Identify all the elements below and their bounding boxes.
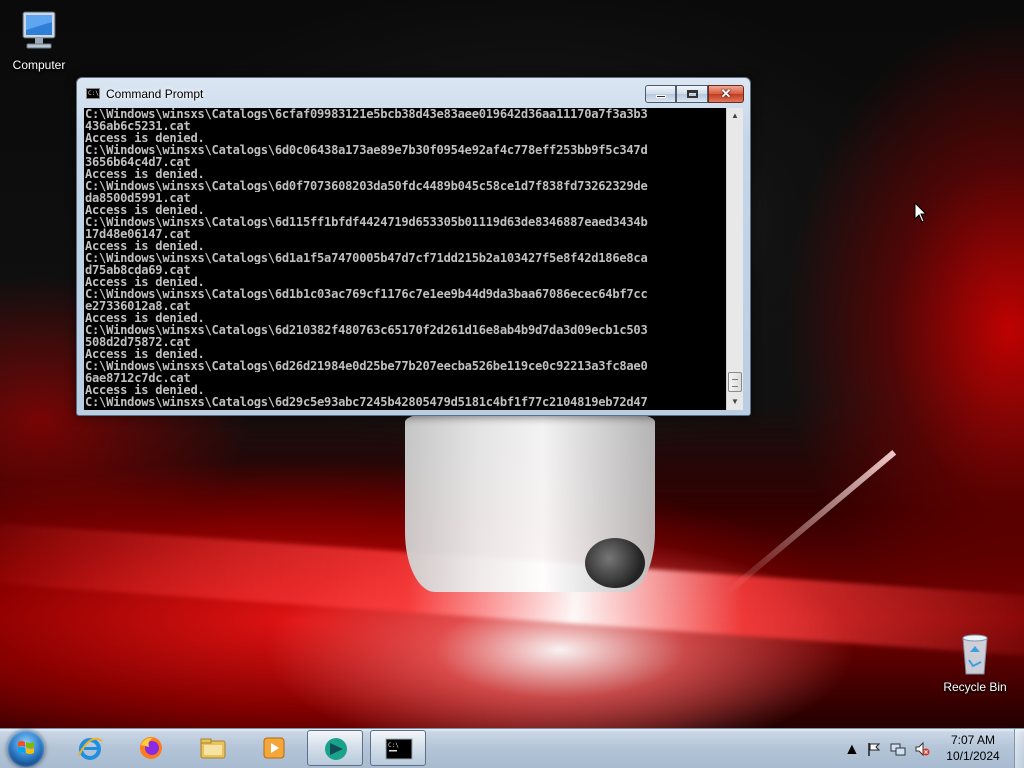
command-prompt-window[interactable]: C:\ Command Prompt ✕ C:\Windows\winsxs\C… xyxy=(76,77,751,416)
console-line: Access is denied. xyxy=(85,132,205,144)
minimize-button[interactable] xyxy=(645,85,676,103)
console-line: Access is denied. xyxy=(85,276,205,288)
console-line: Access is denied. xyxy=(85,240,205,252)
windows-logo-icon xyxy=(18,741,34,754)
wallpaper-light-streak xyxy=(723,449,897,597)
clock-time: 7:07 AM xyxy=(950,733,996,747)
desktop-icon-label: Recycle Bin xyxy=(943,680,1007,694)
console-line: C:\Windows\winsxs\Catalogs\6d0f707360820… xyxy=(85,180,648,192)
scroll-up-arrow-icon[interactable]: ▲ xyxy=(727,108,743,124)
console-line: e27336012a8.cat xyxy=(85,300,191,312)
command-prompt-icon: C:\ xyxy=(86,88,100,99)
show-desktop-button[interactable] xyxy=(1014,729,1024,768)
minimize-icon xyxy=(656,95,666,98)
computer-icon xyxy=(15,8,63,56)
console-line: C:\Windows\winsxs\Catalogs\6d1b1c03ac769… xyxy=(85,288,648,300)
system-clock[interactable]: 7:07 AM 10/1/2024 xyxy=(940,732,1006,764)
svg-text:C:\: C:\ xyxy=(388,742,399,749)
desktop-icon-label: Computer xyxy=(12,58,66,72)
file-explorer-icon xyxy=(200,738,226,759)
console-output[interactable]: C:\Windows\winsxs\Catalogs\6cfaf09983121… xyxy=(84,108,726,410)
network-icon[interactable] xyxy=(890,741,906,762)
console-line: Access is denied. xyxy=(85,204,205,216)
volume-muted-icon[interactable] xyxy=(914,741,930,762)
app-icon xyxy=(325,738,347,760)
start-button[interactable] xyxy=(7,730,45,768)
console-line: 508d2d75872.cat xyxy=(85,336,191,348)
console-line: d75ab8cda69.cat xyxy=(85,264,191,276)
taskbar-app[interactable] xyxy=(307,730,363,766)
console-line: C:\Windows\winsxs\Catalogs\6d115ff1bfdf4… xyxy=(85,216,648,228)
show-hidden-icons-chevron-icon[interactable]: ▲ xyxy=(844,741,860,759)
taskbar: C:\ ▲ 7:07 AM 10/1/2024 xyxy=(0,728,1024,768)
console-line: C:\Windows\winsxs\Catalogs\6d210382f4807… xyxy=(85,324,648,336)
action-center-flag-icon[interactable] xyxy=(866,741,882,762)
taskbar-internet-explorer[interactable] xyxy=(62,730,118,766)
mouse-cursor-icon xyxy=(914,201,928,224)
console-line: C:\Windows\winsxs\Catalogs\6cfaf09983121… xyxy=(85,108,648,120)
console-line: Access is denied. xyxy=(85,312,205,324)
taskbar-firefox[interactable] xyxy=(123,730,179,766)
scroll-down-arrow-icon[interactable]: ▼ xyxy=(727,394,743,410)
console-line: 6ae8712c7dc.cat xyxy=(85,372,191,384)
close-button[interactable]: ✕ xyxy=(708,85,744,103)
maximize-icon xyxy=(687,90,698,98)
title-bar[interactable]: C:\ Command Prompt ✕ xyxy=(77,78,750,108)
taskbar-media-player[interactable] xyxy=(246,730,302,766)
window-title: Command Prompt xyxy=(106,87,204,101)
console-line: C:\Windows\winsxs\Catalogs\6d26d21984e0d… xyxy=(85,360,648,372)
maximize-button[interactable] xyxy=(676,85,708,103)
firefox-icon xyxy=(140,737,162,759)
console-line: Access is denied. xyxy=(85,384,205,396)
command-prompt-icon: C:\ xyxy=(385,738,413,760)
taskbar-file-explorer[interactable] xyxy=(185,730,241,766)
console-line: 436ab6c5231.cat xyxy=(85,120,191,132)
console-line: da8500d5991.cat xyxy=(85,192,191,204)
vertical-scrollbar[interactable]: ▲ ▼ xyxy=(726,108,743,410)
scrollbar-thumb[interactable] xyxy=(728,372,742,392)
console-line: Access is denied. xyxy=(85,168,205,180)
console-line: 17d48e06147.cat xyxy=(85,228,191,240)
console-line: C:\Windows\winsxs\Catalogs\6d0c06438a173… xyxy=(85,144,648,156)
media-player-icon xyxy=(263,737,285,759)
internet-explorer-icon xyxy=(78,737,103,760)
close-icon: ✕ xyxy=(720,86,732,101)
desktop-icon-recycle-bin[interactable]: Recycle Bin xyxy=(937,630,1013,694)
recycle-bin-icon xyxy=(951,630,999,678)
clock-date: 10/1/2024 xyxy=(946,749,1000,763)
wallpaper-figure-shoe xyxy=(585,538,645,588)
taskbar-command-prompt[interactable]: C:\ xyxy=(370,730,426,766)
desktop-icon-computer[interactable]: Computer xyxy=(1,8,77,72)
console-line: 3656b64c4d7.cat xyxy=(85,156,191,168)
console-line: Access is denied. xyxy=(85,348,205,360)
console-line: C:\Windows\winsxs\Catalogs\6d1a1f5a74700… xyxy=(85,252,648,264)
console-line: C:\Windows\winsxs\Catalogs\6d29c5e93abc7… xyxy=(85,396,648,408)
